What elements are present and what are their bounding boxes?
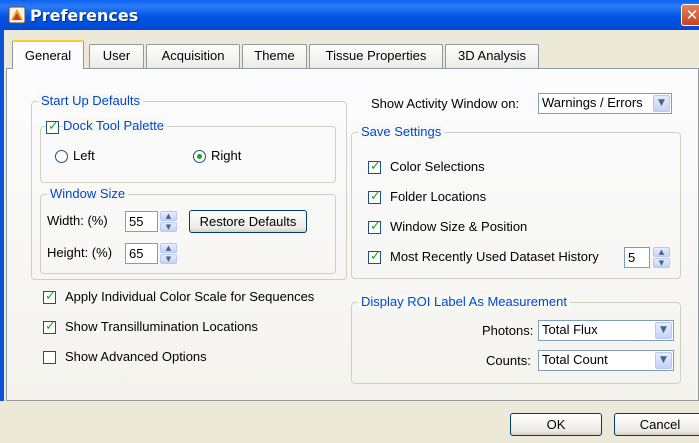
roi-label-group: Display ROI Label As Measurement Photons… bbox=[351, 294, 681, 384]
show-transillumination-label: Show Transillumination Locations bbox=[65, 319, 258, 334]
ok-button[interactable]: OK bbox=[510, 413, 602, 436]
photons-label: Photons: bbox=[482, 323, 534, 338]
dock-tool-palette-checkbox[interactable]: ✓ bbox=[46, 119, 59, 134]
chevron-down-icon[interactable]: ▼ bbox=[655, 322, 672, 339]
cancel-button[interactable]: Cancel bbox=[614, 413, 699, 436]
check-icon: ✓ bbox=[370, 249, 381, 264]
width-label: Width: (%) bbox=[47, 213, 108, 228]
radio-left-label: Left bbox=[73, 148, 95, 163]
save-settings-legend: Save Settings bbox=[358, 124, 445, 139]
counts-value: Total Count bbox=[542, 352, 608, 367]
title-bar[interactable]: Preferences ✕ bbox=[0, 0, 699, 30]
width-input[interactable]: 55 bbox=[125, 211, 158, 232]
spin-up-icon[interactable]: ▲ bbox=[160, 211, 177, 221]
photons-select[interactable]: Total Flux ▼ bbox=[538, 320, 674, 341]
tab-theme[interactable]: Theme bbox=[242, 44, 307, 68]
mru-history-input[interactable]: 5 bbox=[624, 247, 650, 268]
startup-defaults-legend: Start Up Defaults bbox=[38, 93, 143, 108]
folder-locations-checkbox[interactable]: ✓ bbox=[368, 189, 381, 204]
roi-label-legend: Display ROI Label As Measurement bbox=[358, 294, 570, 309]
tab-tissue-properties[interactable]: Tissue Properties bbox=[309, 44, 443, 68]
height-spinner[interactable]: ▲ ▼ bbox=[160, 243, 177, 264]
check-icon: ✓ bbox=[48, 119, 59, 134]
window-border bbox=[0, 30, 4, 443]
dialog-footer: OK Cancel bbox=[0, 401, 699, 443]
folder-locations-label: Folder Locations bbox=[390, 189, 487, 204]
spin-up-icon[interactable]: ▲ bbox=[160, 243, 177, 253]
height-input[interactable]: 65 bbox=[125, 243, 158, 264]
spin-down-icon[interactable]: ▼ bbox=[653, 258, 670, 268]
tab-acquisition[interactable]: Acquisition bbox=[146, 44, 240, 68]
preferences-dialog: Preferences ✕ General User Acquisition T… bbox=[0, 0, 699, 443]
check-icon: ✓ bbox=[45, 289, 56, 304]
spin-down-icon[interactable]: ▼ bbox=[160, 222, 177, 232]
window-size-group: Window Size Width: (%) 55 ▲ ▼ Restore De… bbox=[40, 186, 336, 274]
tab-user[interactable]: User bbox=[89, 44, 144, 68]
startup-defaults-group: Start Up Defaults ✓ Dock Tool Palette Le… bbox=[31, 93, 347, 280]
check-icon: ✓ bbox=[370, 159, 381, 174]
activity-window-value: Warnings / Errors bbox=[542, 95, 643, 110]
tab-3d-analysis[interactable]: 3D Analysis bbox=[445, 44, 539, 68]
check-icon: ✓ bbox=[370, 189, 381, 204]
spin-up-icon[interactable]: ▲ bbox=[653, 247, 670, 257]
show-advanced-options-label: Show Advanced Options bbox=[65, 349, 207, 364]
window-size-position-label: Window Size & Position bbox=[390, 219, 528, 234]
window-title: Preferences bbox=[30, 6, 139, 25]
spin-down-icon[interactable]: ▼ bbox=[160, 254, 177, 264]
show-transillumination-checkbox[interactable]: ✓ bbox=[43, 319, 56, 334]
apply-color-scale-checkbox[interactable]: ✓ bbox=[43, 289, 56, 304]
radio-selected-dot bbox=[197, 154, 202, 159]
radio-left[interactable] bbox=[55, 150, 68, 163]
color-selections-label: Color Selections bbox=[390, 159, 485, 174]
activity-window-label: Show Activity Window on: bbox=[371, 96, 520, 111]
window-size-legend: Window Size bbox=[47, 186, 129, 201]
width-spinner[interactable]: ▲ ▼ bbox=[160, 211, 177, 232]
mru-history-label: Most Recently Used Dataset History bbox=[390, 249, 599, 264]
check-icon: ✓ bbox=[45, 319, 56, 334]
apply-color-scale-label: Apply Individual Color Scale for Sequenc… bbox=[65, 289, 315, 304]
restore-defaults-button[interactable]: Restore Defaults bbox=[189, 210, 307, 233]
tab-general[interactable]: General bbox=[12, 40, 84, 69]
radio-right-label: Right bbox=[211, 148, 242, 163]
counts-select[interactable]: Total Count ▼ bbox=[538, 350, 674, 371]
mru-history-checkbox[interactable]: ✓ bbox=[368, 249, 381, 264]
color-selections-checkbox[interactable]: ✓ bbox=[368, 159, 381, 174]
chevron-down-icon[interactable]: ▼ bbox=[653, 95, 670, 112]
chevron-down-icon[interactable]: ▼ bbox=[655, 352, 672, 369]
activity-window-select[interactable]: Warnings / Errors ▼ bbox=[538, 93, 672, 114]
radio-right[interactable] bbox=[193, 150, 206, 163]
photons-value: Total Flux bbox=[542, 322, 598, 337]
dock-tool-palette-label: Dock Tool Palette bbox=[63, 118, 167, 133]
window-size-position-checkbox[interactable]: ✓ bbox=[368, 219, 381, 234]
check-icon: ✓ bbox=[370, 219, 381, 234]
save-settings-group: Save Settings ✓ Color Selections ✓ Folde… bbox=[351, 124, 681, 279]
general-tab-panel: Start Up Defaults ✓ Dock Tool Palette Le… bbox=[6, 68, 699, 401]
close-icon: ✕ bbox=[685, 6, 699, 24]
app-icon bbox=[8, 6, 26, 24]
counts-label: Counts: bbox=[486, 353, 531, 368]
dock-tool-palette-group: ✓ Dock Tool Palette Left Right bbox=[40, 118, 336, 183]
show-advanced-options-checkbox[interactable] bbox=[43, 351, 56, 364]
close-button[interactable]: ✕ bbox=[681, 4, 699, 26]
mru-history-spinner[interactable]: ▲ ▼ bbox=[653, 247, 670, 268]
height-label: Height: (%) bbox=[47, 245, 113, 260]
